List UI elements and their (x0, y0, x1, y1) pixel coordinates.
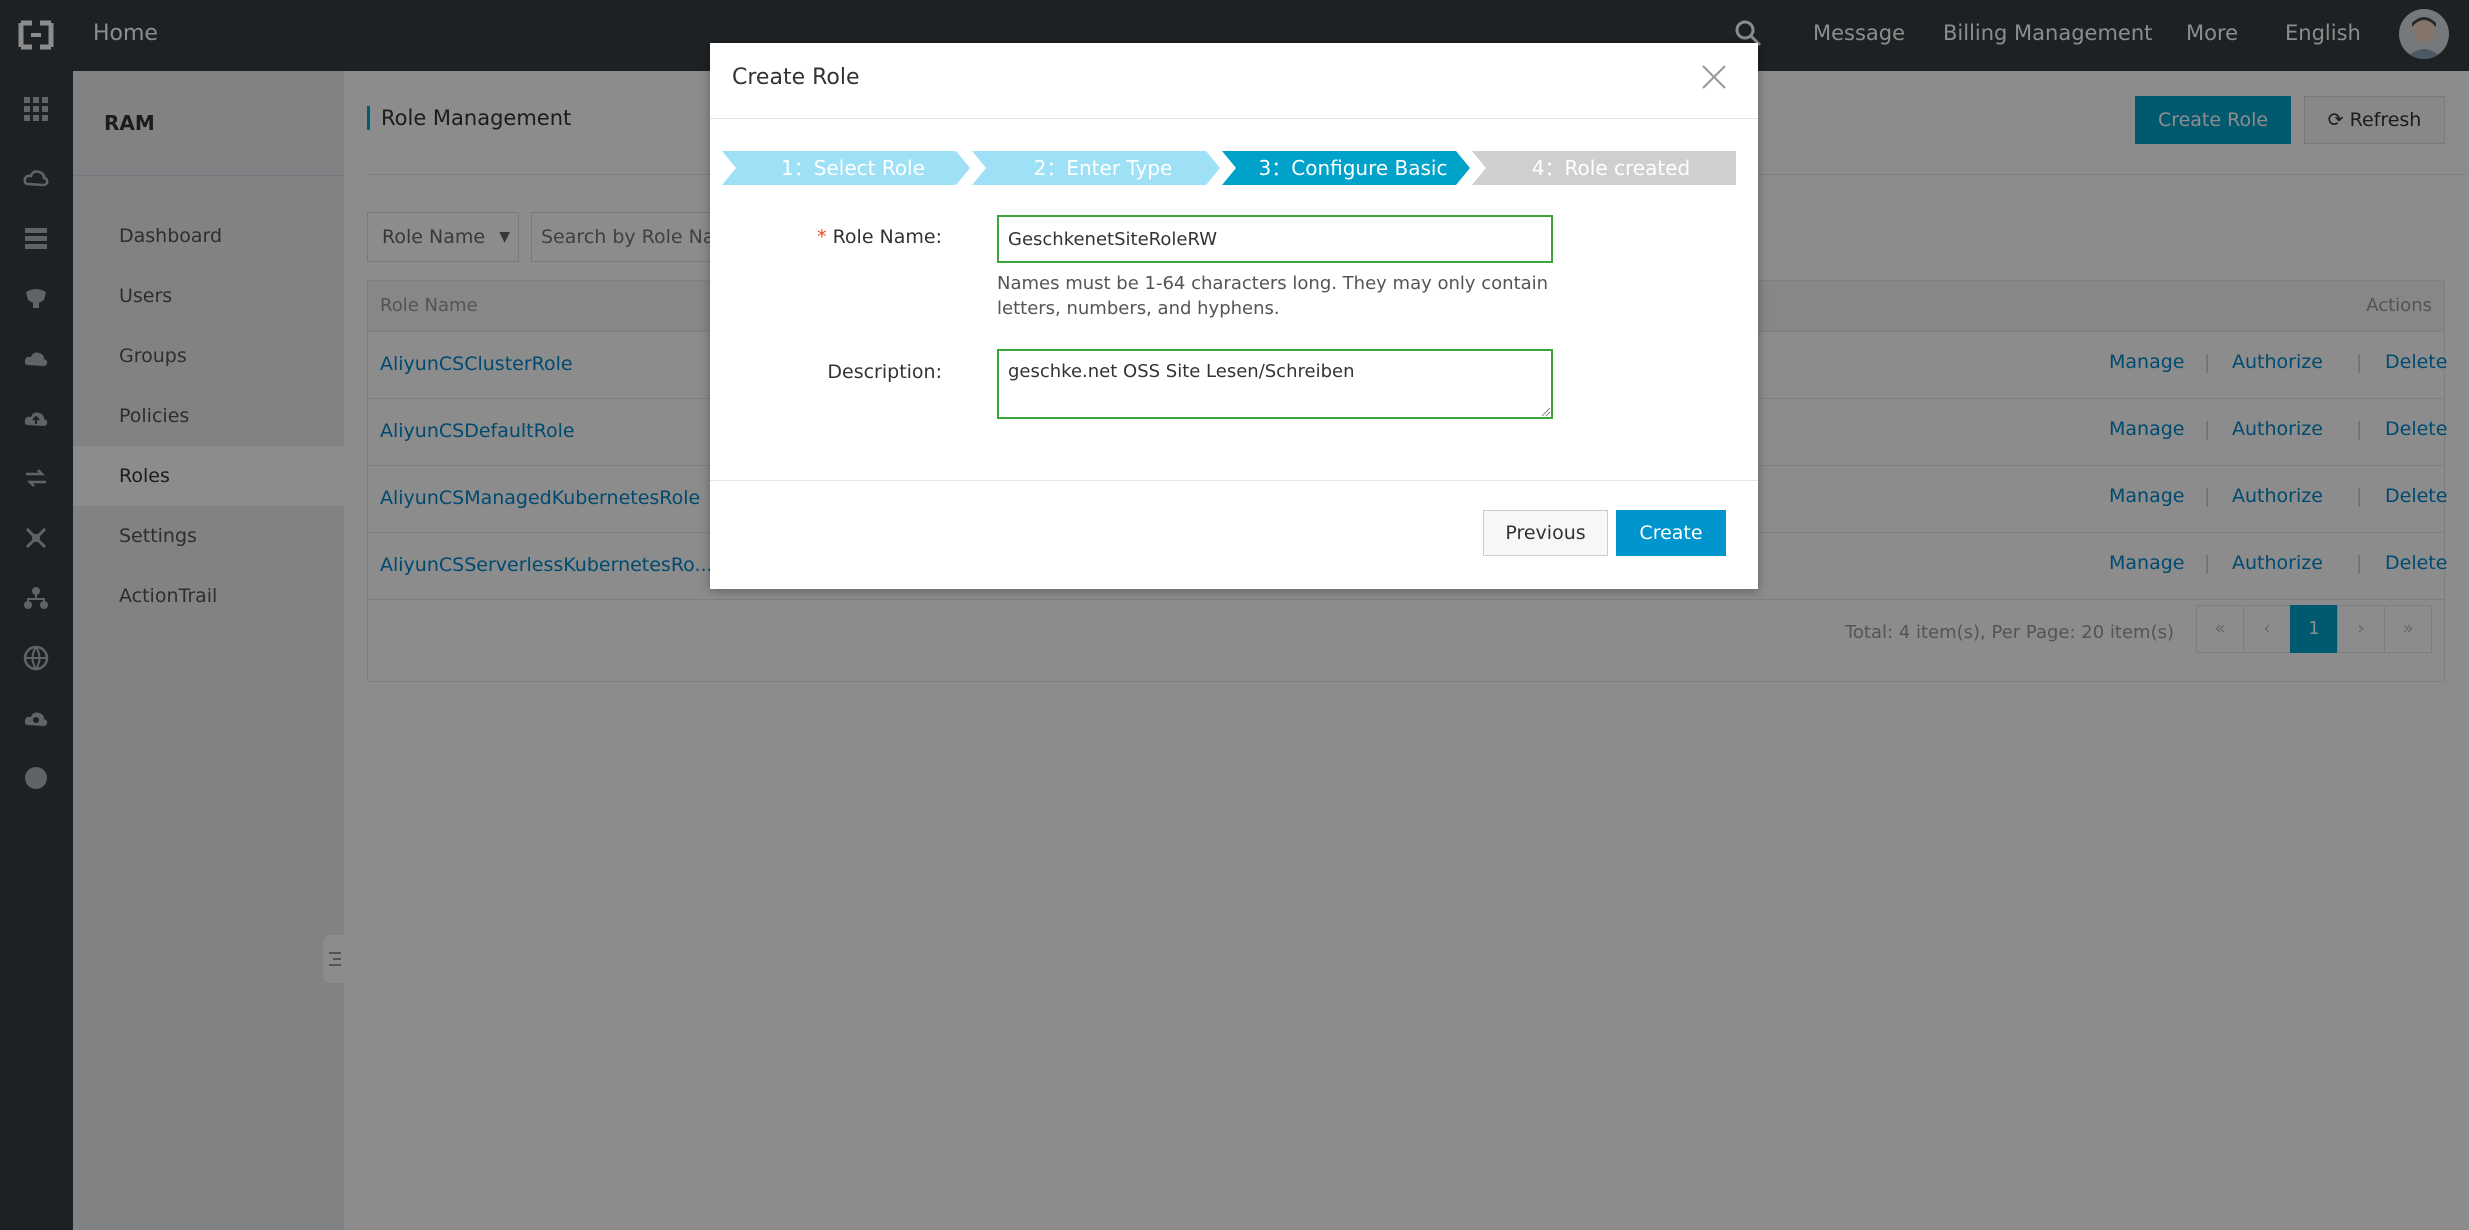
role-name-label-wrap: * Role Name: (710, 226, 942, 256)
description-label: Description: (827, 361, 942, 383)
wizard-steps: 1：Select Role 2：Enter Type 3：Configure B… (722, 151, 1736, 185)
resize-grip-icon[interactable] (1541, 407, 1551, 417)
role-name-input[interactable] (997, 215, 1553, 263)
dialog-footer-divider (710, 480, 1758, 481)
close-icon[interactable] (1700, 63, 1728, 91)
previous-button[interactable]: Previous (1483, 510, 1608, 556)
description-textarea[interactable]: geschke.net OSS Site Lesen/Schreiben (997, 349, 1553, 419)
role-name-label-text: Role Name: (832, 226, 942, 248)
role-name-hint: Names must be 1-64 characters long. They… (997, 273, 1549, 319)
step-select-role: 1：Select Role (781, 156, 925, 180)
dialog-title: Create Role (732, 65, 860, 90)
step-role-created: 4：Role created (1531, 156, 1691, 180)
create-button[interactable]: Create (1616, 510, 1726, 556)
create-role-dialog: Create Role 1：Select Role 2：Enter Type 3… (710, 43, 1758, 589)
step-configure-basic: 3：Configure Basic (1258, 156, 1448, 180)
required-asterisk: * (817, 226, 827, 248)
description-label-wrap: Description: (710, 361, 942, 391)
role-name-label: * Role Name: (817, 226, 942, 248)
step-enter-type: 2：Enter Type (1033, 156, 1173, 180)
dialog-header-divider (710, 118, 1758, 119)
